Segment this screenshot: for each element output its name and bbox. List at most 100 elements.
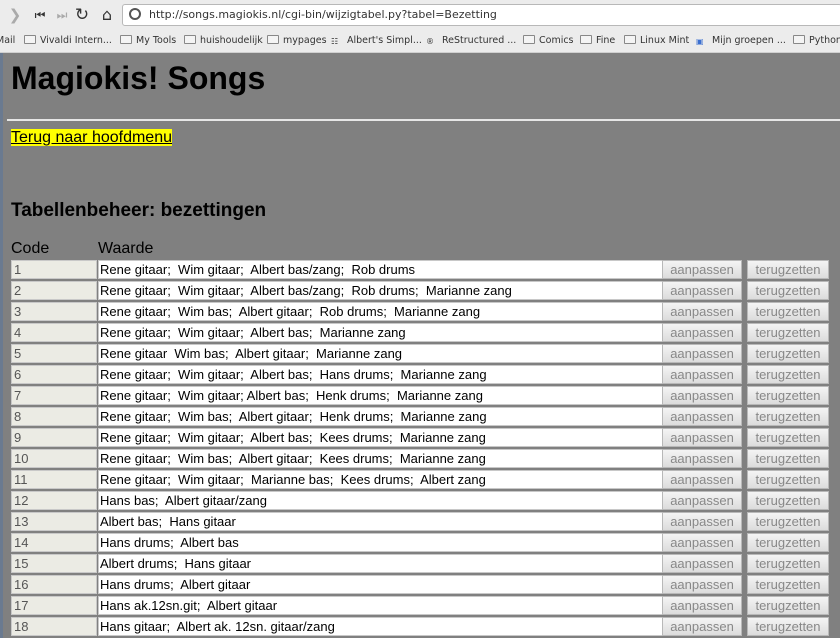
code-field[interactable]: 8 (11, 407, 97, 426)
folder-icon (580, 35, 592, 44)
code-field[interactable]: 6 (11, 365, 97, 384)
reset-button[interactable]: terugzetten (747, 491, 829, 510)
edit-button[interactable]: aanpassen (662, 617, 742, 636)
reset-button[interactable]: terugzetten (747, 428, 829, 447)
bookmark-mijn-groepen[interactable]: ▣ Mijn groepen ... (696, 34, 786, 48)
edit-button[interactable]: aanpassen (662, 260, 742, 279)
address-bar[interactable]: http://songs.magiokis.nl/cgi-bin/wijzigt… (122, 4, 840, 26)
edit-button[interactable]: aanpassen (662, 428, 742, 447)
bookmark-label: huishoudelijk (200, 35, 263, 46)
first-page-icon[interactable]: ⏮ (30, 5, 50, 25)
bookmark-comics[interactable]: Comics (523, 34, 574, 48)
bookmark-linux-mint[interactable]: Linux Mint (624, 34, 689, 48)
code-field[interactable]: 10 (11, 449, 97, 468)
site-info-icon[interactable] (129, 8, 141, 20)
edit-button[interactable]: aanpassen (662, 596, 742, 615)
value-field[interactable]: Rene gitaar; Wim gitaar; Albert bas; Kee… (98, 428, 672, 447)
value-field[interactable]: Rene gitaar; Wim gitaar; Albert bas/zang… (98, 260, 672, 279)
edit-button[interactable]: aanpassen (662, 344, 742, 363)
edit-button[interactable]: aanpassen (662, 554, 742, 573)
code-field[interactable]: 9 (11, 428, 97, 447)
reset-button[interactable]: terugzetten (747, 554, 829, 573)
edit-button[interactable]: aanpassen (662, 575, 742, 594)
edit-button[interactable]: aanpassen (662, 281, 742, 300)
reset-button[interactable]: terugzetten (747, 365, 829, 384)
folder-icon (184, 35, 196, 44)
bookmark-label: Mijn groepen ... (712, 35, 786, 46)
reset-button[interactable]: terugzetten (747, 575, 829, 594)
bookmark-alberts-simpl[interactable]: ☷ Albert's Simpl... (331, 34, 422, 48)
code-field[interactable]: 5 (11, 344, 97, 363)
code-field[interactable]: 7 (11, 386, 97, 405)
value-field[interactable]: Albert bas; Hans gitaar (98, 512, 672, 531)
value-field[interactable]: Albert drums; Hans gitaar (98, 554, 672, 573)
edit-button[interactable]: aanpassen (662, 491, 742, 510)
code-field[interactable]: 1 (11, 260, 97, 279)
value-field[interactable]: Rene gitaar; Wim gitaar; Albert bas; Mar… (98, 323, 672, 342)
code-field[interactable]: 15 (11, 554, 97, 573)
value-field[interactable]: Rene gitaar Wim bas; Albert gitaar; Mari… (98, 344, 672, 363)
home-icon[interactable]: ⌂ (97, 5, 117, 25)
reset-button[interactable]: terugzetten (747, 302, 829, 321)
edit-button[interactable]: aanpassen (662, 533, 742, 552)
value-field[interactable]: Rene gitaar; Wim gitaar; Albert bas; Hen… (98, 386, 672, 405)
url-text[interactable]: http://songs.magiokis.nl/cgi-bin/wijzigt… (149, 8, 497, 21)
site-icon: ☷ (331, 37, 339, 46)
edit-button[interactable]: aanpassen (662, 449, 742, 468)
bookmark-restructured[interactable]: ® ReStructured ... (426, 34, 516, 48)
value-field[interactable]: Hans drums; Albert bas (98, 533, 672, 552)
folder-icon (120, 35, 132, 44)
code-field[interactable]: 3 (11, 302, 97, 321)
forward-icon[interactable]: ❯ (5, 5, 25, 25)
value-field[interactable]: Hans ak.12sn.git; Albert gitaar (98, 596, 672, 615)
code-field[interactable]: 14 (11, 533, 97, 552)
bookmark-python[interactable]: Python (793, 34, 840, 48)
edit-button[interactable]: aanpassen (662, 470, 742, 489)
reset-button[interactable]: terugzetten (747, 596, 829, 615)
edit-button[interactable]: aanpassen (662, 386, 742, 405)
reset-button[interactable]: terugzetten (747, 470, 829, 489)
value-field[interactable]: Hans gitaar; Albert ak. 12sn. gitaar/zan… (98, 617, 672, 636)
value-field[interactable]: Rene gitaar; Wim bas; Albert gitaar; Kee… (98, 449, 672, 468)
bookmark-mail[interactable]: Mail (0, 34, 15, 48)
last-page-icon[interactable]: ⏭ (52, 5, 72, 25)
reset-button[interactable]: terugzetten (747, 344, 829, 363)
back-to-main-menu-link[interactable]: Terug naar hoofdmenu (11, 129, 172, 146)
reset-button[interactable]: terugzetten (747, 533, 829, 552)
bookmark-my-tools[interactable]: My Tools (120, 34, 176, 48)
value-field[interactable]: Hans drums; Albert gitaar (98, 575, 672, 594)
code-field[interactable]: 18 (11, 617, 97, 636)
value-field[interactable]: Hans bas; Albert gitaar/zang (98, 491, 672, 510)
code-field[interactable]: 16 (11, 575, 97, 594)
edit-button[interactable]: aanpassen (662, 512, 742, 531)
code-field[interactable]: 17 (11, 596, 97, 615)
bookmark-mypages[interactable]: mypages (267, 34, 327, 48)
reset-button[interactable]: terugzetten (747, 386, 829, 405)
reset-button[interactable]: terugzetten (747, 512, 829, 531)
bookmark-vivaldi[interactable]: Vivaldi Intern... (24, 34, 112, 48)
value-field[interactable]: Rene gitaar; Wim bas; Albert gitaar; Hen… (98, 407, 672, 426)
value-field[interactable]: Rene gitaar; Wim gitaar; Albert bas; Han… (98, 365, 672, 384)
reset-button[interactable]: terugzetten (747, 617, 829, 636)
reset-button[interactable]: terugzetten (747, 449, 829, 468)
reset-button[interactable]: terugzetten (747, 281, 829, 300)
reset-button[interactable]: terugzetten (747, 260, 829, 279)
edit-button[interactable]: aanpassen (662, 365, 742, 384)
bookmark-huishoudelijk[interactable]: huishoudelijk (184, 34, 263, 48)
code-field[interactable]: 12 (11, 491, 97, 510)
code-field[interactable]: 11 (11, 470, 97, 489)
reset-button[interactable]: terugzetten (747, 407, 829, 426)
code-field[interactable]: 4 (11, 323, 97, 342)
value-field[interactable]: Rene gitaar; Wim gitaar; Albert bas/zang… (98, 281, 672, 300)
code-field[interactable]: 13 (11, 512, 97, 531)
edit-button[interactable]: aanpassen (662, 302, 742, 321)
edit-button[interactable]: aanpassen (662, 407, 742, 426)
reset-button[interactable]: terugzetten (747, 323, 829, 342)
value-field[interactable]: Rene gitaar; Wim bas; Albert gitaar; Rob… (98, 302, 672, 321)
code-field[interactable]: 2 (11, 281, 97, 300)
bookmark-fine[interactable]: Fine (580, 34, 615, 48)
value-field[interactable]: Rene gitaar; Wim gitaar; Marianne bas; K… (98, 470, 672, 489)
edit-button[interactable]: aanpassen (662, 323, 742, 342)
folder-icon (24, 35, 36, 44)
reload-icon[interactable]: ↻ (72, 5, 92, 25)
